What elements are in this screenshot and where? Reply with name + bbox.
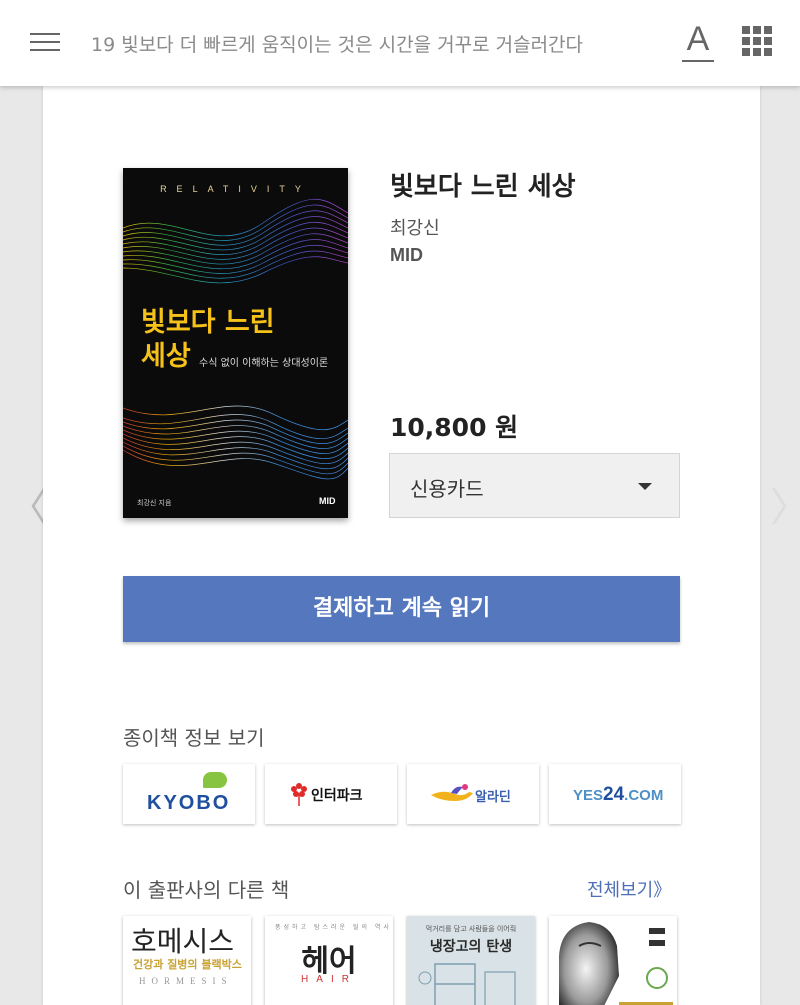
- publisher-books-label: 이 출판사의 다른 책: [123, 878, 290, 902]
- thumb-top-text: 풍성하고 탐스러운 털의 역사: [275, 924, 392, 931]
- publisher-book-thumbnail[interactable]: 풍성하고 탐스러운 털의 역사 헤어 HAIR: [265, 916, 393, 1005]
- thumb-top-text: 먹거리를 담고 사람들을 이어줘: [425, 925, 517, 933]
- book-price: 10,800 원: [390, 413, 519, 442]
- store-interpark-logo: 인터파크: [311, 788, 363, 804]
- book-author: 최강신: [390, 218, 440, 239]
- paper-book-label: 종이책 정보 보기: [123, 726, 265, 750]
- interpark-flower-icon: [291, 783, 307, 806]
- apps-grid-icon[interactable]: [742, 26, 772, 56]
- book-publisher: MID: [390, 245, 423, 265]
- thumb-latin: HAIR: [301, 974, 357, 985]
- thumb-title: 호메시스: [131, 925, 235, 958]
- payment-method-dropdown[interactable]: 신용카드: [389, 453, 680, 518]
- pay-and-continue-button[interactable]: 결제하고 계속 읽기: [123, 576, 680, 642]
- prev-page-arrow-icon[interactable]: 〈: [8, 485, 48, 531]
- book-title: 빛보다 느린 세상: [390, 172, 576, 202]
- store-aladin-logo: 알라딘: [475, 790, 511, 805]
- payment-method-value: 신용카드: [410, 477, 484, 501]
- robot-face-icon: [559, 922, 673, 1005]
- fridge-drawing-icon: [418, 963, 516, 1005]
- thumb-title: 냉장고의 탄생: [429, 939, 513, 955]
- store-yes24-logo: YES24.COM: [573, 784, 664, 805]
- store-interpark-button[interactable]: 인터파크: [265, 764, 397, 824]
- chevron-down-icon: [638, 483, 652, 490]
- publisher-book-thumbnail[interactable]: [549, 916, 677, 1005]
- aladin-lamp-icon: [431, 784, 473, 801]
- store-kyobo-logo: KYOBO: [147, 792, 231, 814]
- store-yes24-button[interactable]: YES24.COM: [549, 764, 681, 824]
- store-aladin-button[interactable]: 알라딘: [407, 764, 539, 824]
- cover-series-text: RELATIVITY: [160, 184, 311, 194]
- store-kyobo-button[interactable]: KYOBO: [123, 764, 255, 824]
- kyobo-leaf-icon: [203, 772, 227, 788]
- menu-icon[interactable]: [30, 29, 60, 55]
- next-page-arrow-icon[interactable]: 〉: [770, 485, 800, 531]
- chapter-title: 19 빛보다 더 빠르게 움직이는 것은 시간을 거꾸로 거슬러간다: [91, 34, 584, 56]
- thumb-subtitle: 건강과 질병의 블랙박스: [133, 958, 242, 971]
- cover-publisher-mark: MID: [319, 496, 336, 506]
- cover-author-credit: 최강신 지음: [137, 499, 172, 507]
- book-cover: RELATIVITY 빛보다 느린 세상 수식 없이 이해하는 상대성이론 최강…: [123, 168, 348, 518]
- font-settings-icon[interactable]: A: [682, 20, 714, 62]
- publisher-book-thumbnail[interactable]: 먹거리를 담고 사람들을 이어줘 냉장고의 탄생: [407, 916, 535, 1005]
- see-all-link[interactable]: 전체보기》: [587, 876, 671, 902]
- thumb-latin: HORMESIS: [139, 976, 233, 986]
- publisher-book-thumbnail[interactable]: 호메시스 건강과 질병의 블랙박스 HORMESIS: [123, 916, 251, 1005]
- top-bar: 19 빛보다 더 빠르게 움직이는 것은 시간을 거꾸로 거슬러간다 A: [0, 0, 800, 86]
- cover-subtitle: 수식 없이 이해하는 상대성이론: [199, 358, 329, 369]
- purchase-page: RELATIVITY 빛보다 느린 세상 수식 없이 이해하는 상대성이론 최강…: [43, 86, 760, 1005]
